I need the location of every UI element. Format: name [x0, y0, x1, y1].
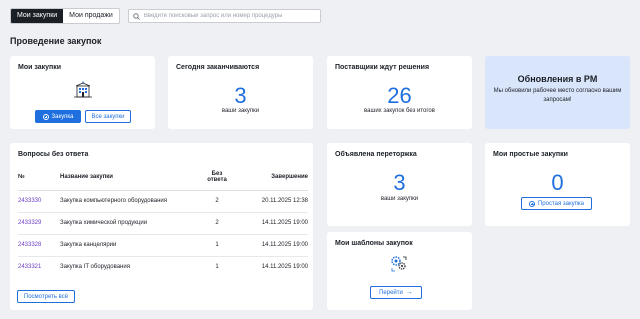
templates-card: Мои шаблоны закупок Перейти → [327, 232, 472, 310]
rebidding-caption: ваши закупки [380, 196, 419, 202]
simple-purchases-card: Мои простые закупки 0 Простая закупка [485, 143, 630, 226]
building-icon [74, 81, 92, 98]
card-title: Сегодня заканчиваются [176, 64, 260, 71]
gears-icon [391, 256, 407, 272]
top-bar: Мои закупки Мои продажи [10, 8, 321, 24]
plus-circle-icon [528, 200, 535, 207]
purchase-name: Закупка химической продукции [60, 212, 202, 235]
tab-my-purchases[interactable]: Мои закупки [11, 9, 64, 23]
suppliers-waiting-caption: ваших закупок без итогов [364, 108, 435, 114]
updates-card[interactable]: Обновления в РМ Мы обновили рабочее мест… [485, 56, 630, 129]
suppliers-waiting-card[interactable]: Поставщики ждут решения 26 ваших закупок… [327, 56, 472, 129]
ending-today-card[interactable]: Сегодня заканчиваются 3 ваши закупки [168, 56, 313, 129]
go-templates-button[interactable]: Перейти → [370, 286, 422, 299]
table-row: 2433328 Закупка канцелярии 1 14.11.2025 … [18, 234, 308, 257]
tab-my-sales[interactable]: Мои продажи [63, 9, 119, 23]
simple-purchase-button[interactable]: Простая закупка [521, 197, 592, 210]
ending-today-count: 3 [234, 83, 247, 108]
view-all-button[interactable]: Посмотреть всё [17, 290, 75, 303]
column-header: Без ответа [202, 164, 232, 191]
page-title: Проведение закупок [10, 36, 102, 46]
suppliers-waiting-count: 26 [387, 83, 412, 108]
purchase-number-link[interactable]: 2433330 [18, 190, 60, 213]
card-title: Вопросы без ответа [18, 151, 89, 158]
table-header: № Название закупки Без ответа Завершение [18, 164, 308, 191]
card-title: Мои закупки [18, 64, 62, 71]
card-title: Объявлена переторжка [335, 151, 417, 158]
end-date: 14.11.2025 19:00 [232, 212, 308, 235]
table-row: 2433329 Закупка химической продукции 2 1… [18, 212, 308, 235]
search-input[interactable] [143, 13, 319, 19]
end-date: 14.11.2025 19:00 [232, 234, 308, 257]
card-title: Мои шаблоны закупок [335, 240, 413, 247]
unanswered-count: 1 [202, 234, 232, 257]
end-date: 14.11.2025 19:00 [261, 264, 308, 271]
purchase-name: Закупка IT оборудования [60, 264, 130, 271]
simple-purchases-count: 0 [551, 170, 564, 195]
all-purchases-button[interactable]: Все закупки [85, 110, 131, 123]
purchase-number-link[interactable]: 2433321 [18, 256, 60, 278]
column-header: № [18, 164, 60, 191]
updates-title: Обновления в РМ [517, 74, 598, 84]
plus-circle-icon [42, 113, 49, 120]
my-purchases-card: Мои закупки Закупка Все закупки [10, 56, 155, 129]
search-box[interactable] [127, 9, 321, 23]
purchase-name: Закупка канцелярии [60, 234, 202, 257]
table-row: 2433330 Закупка компьютерного оборудован… [18, 190, 308, 213]
card-title: Поставщики ждут решения [335, 64, 430, 71]
unanswered-count: 2 [202, 190, 232, 213]
unanswered-count: 1 [215, 264, 219, 271]
mode-switch: Мои закупки Мои продажи [10, 8, 120, 24]
column-header: Название закупки [60, 164, 202, 191]
purchase-name: Закупка компьютерного оборудования [60, 190, 202, 213]
questions-table: № Название закупки Без ответа Завершение… [18, 164, 308, 278]
purchase-number-link[interactable]: 2433328 [18, 234, 60, 257]
card-title: Мои простые закупки [493, 151, 568, 158]
rebidding-count: 3 [393, 170, 406, 195]
unanswered-count: 2 [202, 212, 232, 235]
table-row: 2433321 Закупка IT оборудования 1 14.11.… [18, 256, 308, 278]
rebidding-card[interactable]: Объявлена переторжка 3 ваши закупки [327, 143, 472, 226]
end-date: 20.11.2025 12:38 [232, 190, 308, 213]
search-icon [133, 12, 140, 20]
arrow-right-icon: → [405, 289, 413, 296]
create-purchase-button[interactable]: Закупка [35, 110, 81, 123]
updates-text: Мы обновили рабочее место согласно вашим… [493, 88, 622, 103]
column-header: Завершение [232, 164, 308, 191]
purchase-number-link[interactable]: 2433329 [18, 212, 60, 235]
ending-today-caption: ваши закупки [221, 108, 260, 114]
